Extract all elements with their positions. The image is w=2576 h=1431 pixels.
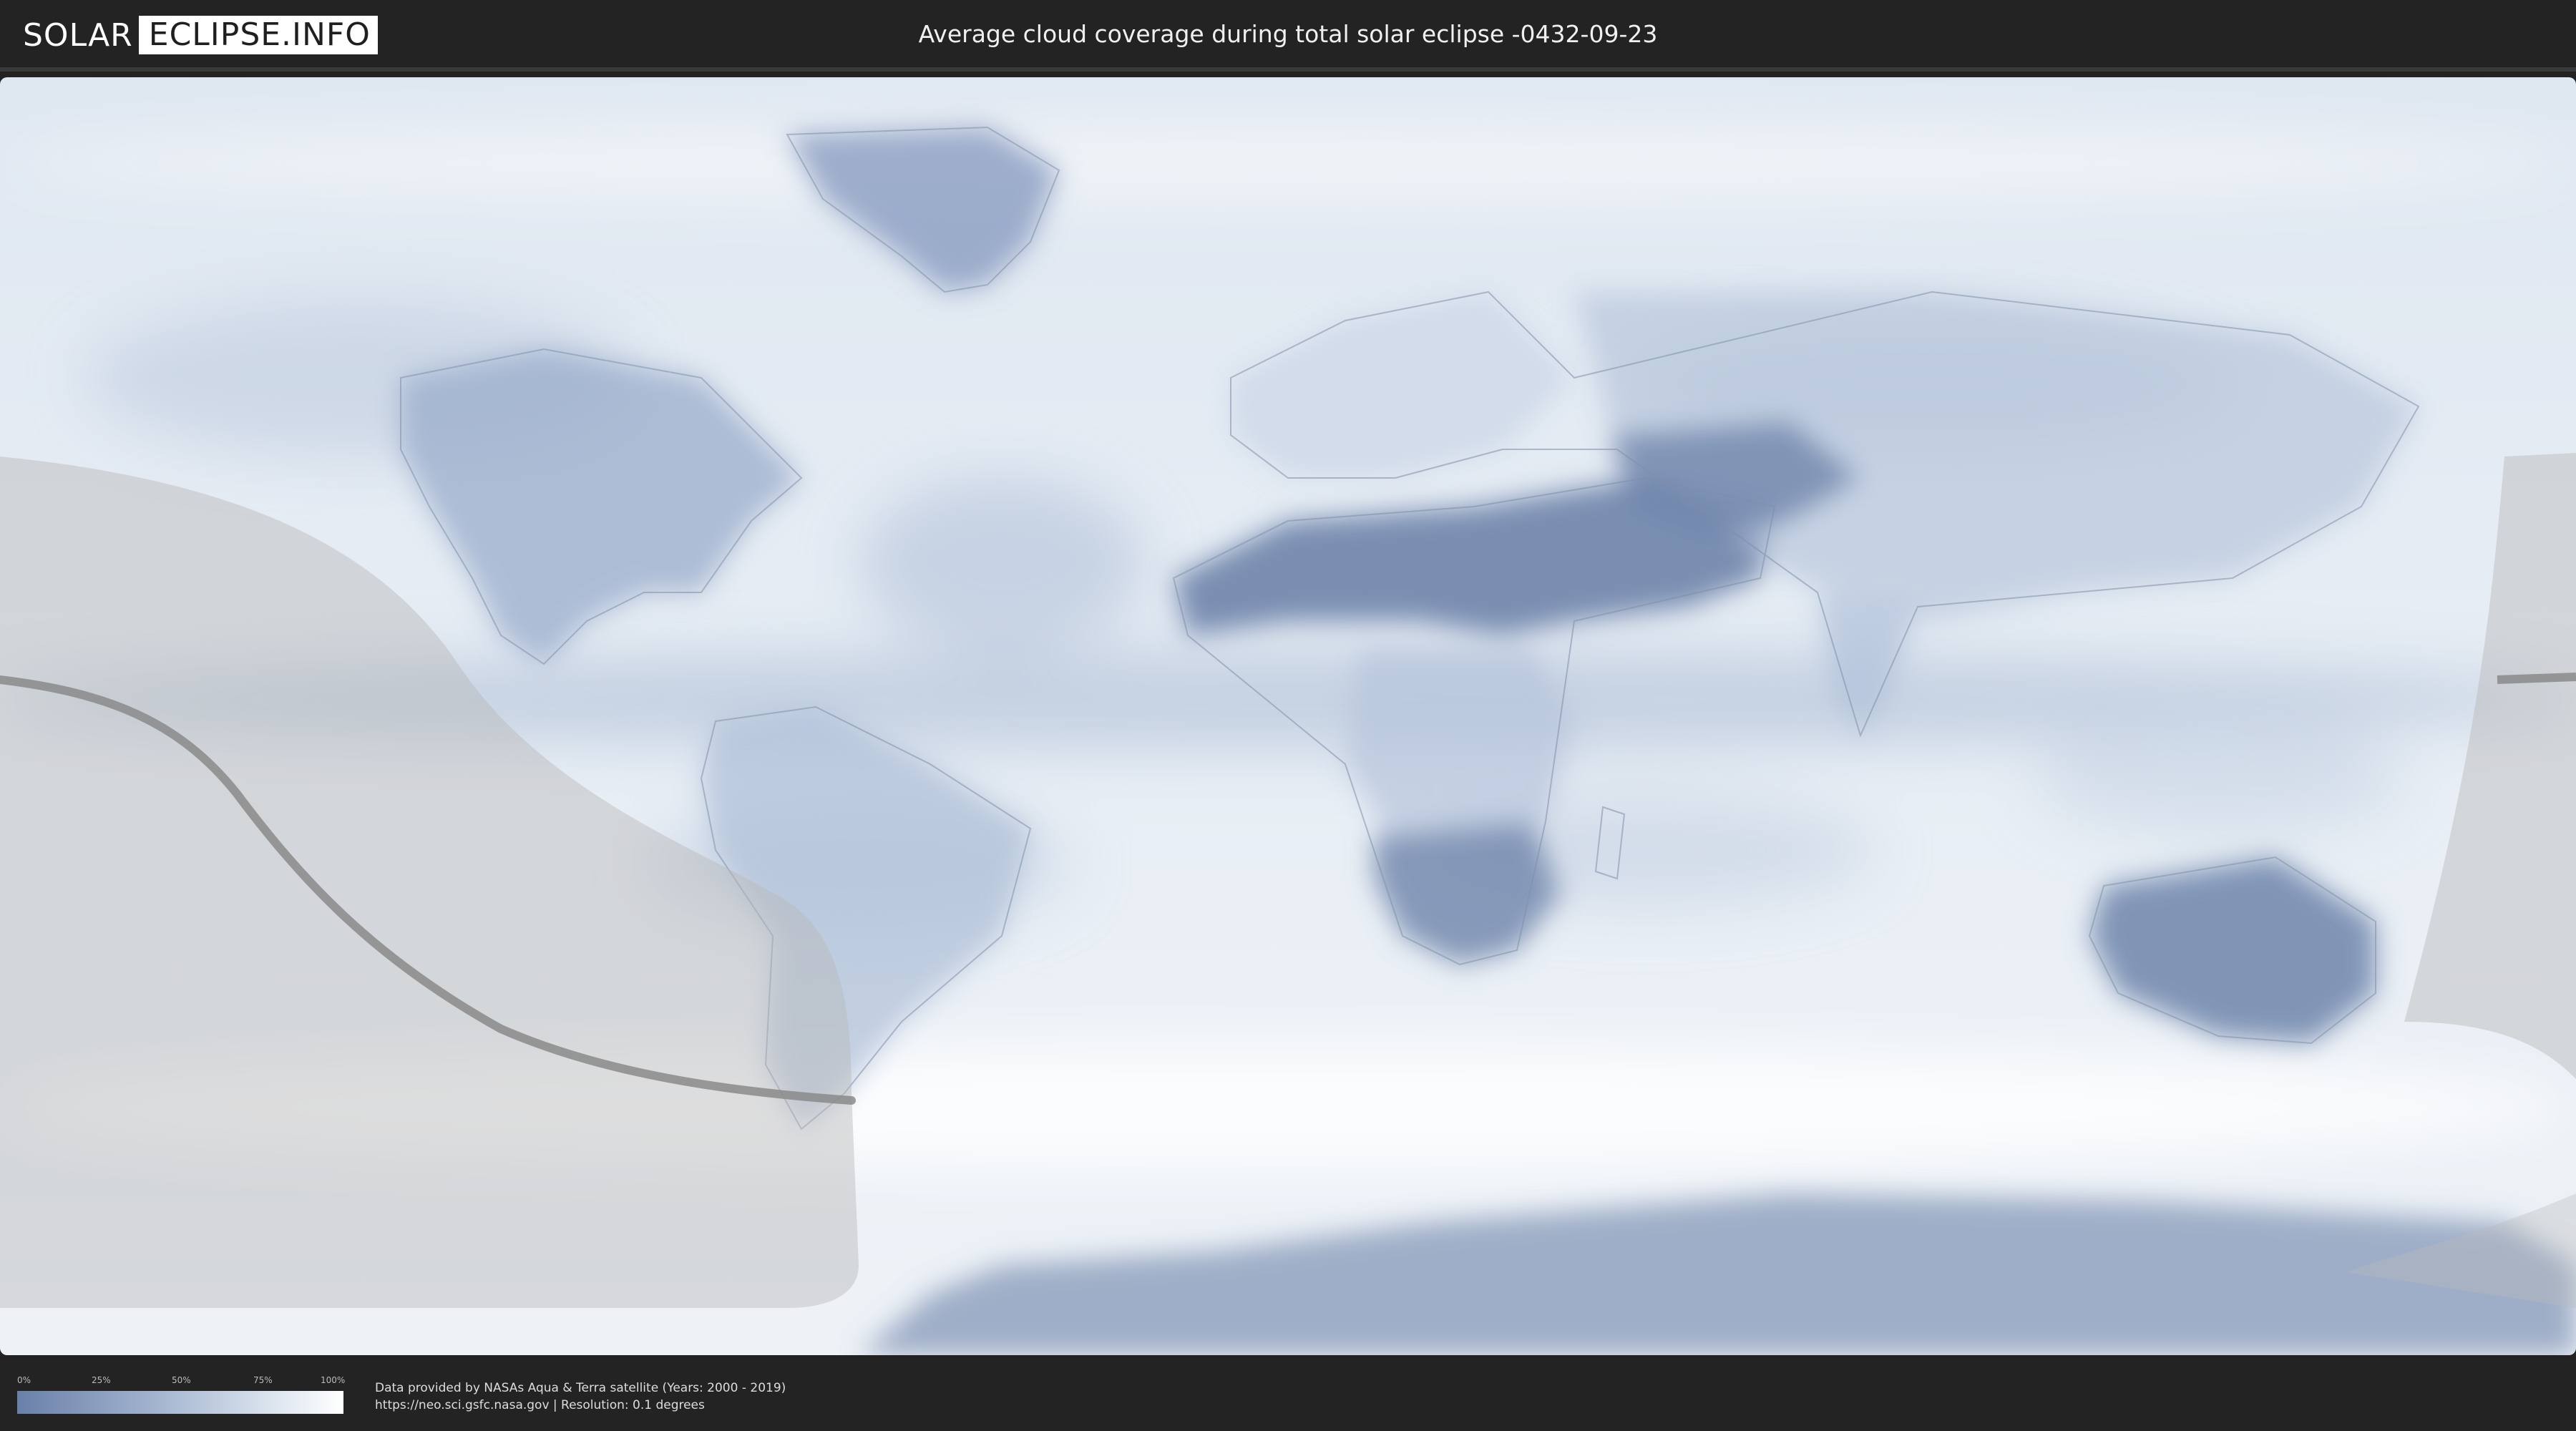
credit-line-source: Data provided by NASAs Aqua & Terra sate… [375,1381,786,1395]
credit-line-url[interactable]: https://neo.sci.gsfc.nasa.gov | Resoluti… [375,1397,786,1414]
cloud-coverage-map[interactable] [0,77,2576,1355]
world-map-svg [0,77,2576,1355]
central-africa [1345,650,1574,836]
header-bar: SOLAR ECLIPSE.INFO Average cloud coverag… [0,0,2576,72]
legend-tick-100: 100% [321,1375,346,1385]
legend-tick-50: 50% [172,1375,191,1385]
eclipse-central-path-east [2497,673,2576,684]
footer-bar: 0% 25% 50% 75% 100% Data provided by NAS… [0,1359,2576,1431]
data-credits: Data provided by NASAs Aqua & Terra sate… [375,1379,786,1414]
legend-tick-25: 25% [92,1375,111,1385]
page-title: Average cloud coverage during total sola… [918,20,1658,48]
legend-tick-0: 0% [17,1375,31,1385]
legend-color-bar [17,1391,343,1414]
legend-tick-75: 75% [253,1375,273,1385]
